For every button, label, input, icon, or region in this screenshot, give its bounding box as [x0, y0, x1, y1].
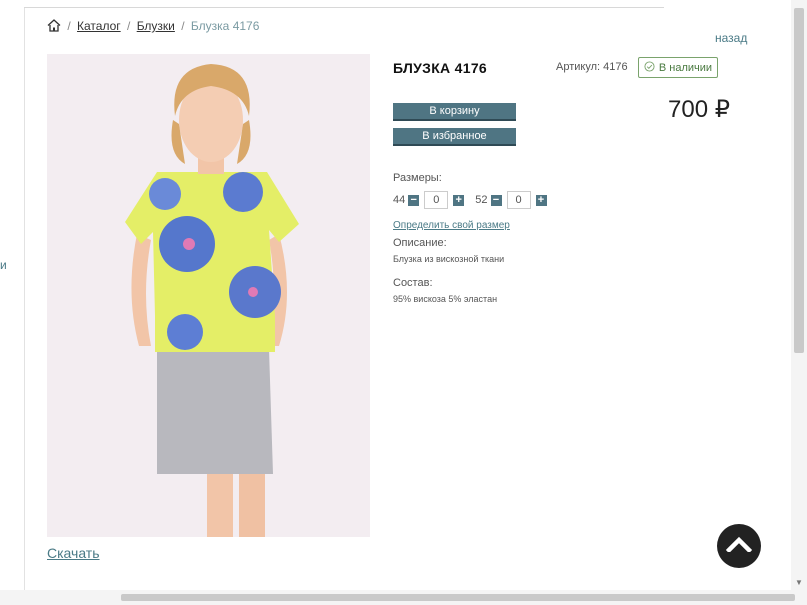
article-number: Артикул: 4176: [556, 61, 628, 73]
left-column-divider: [24, 8, 25, 590]
size-guide-link[interactable]: Определить свой размер: [393, 220, 510, 231]
product-title: БЛУЗКА 4176: [393, 60, 488, 76]
product-photo[interactable]: [47, 54, 370, 537]
size-value: 44: [393, 194, 406, 206]
size-value: 52: [475, 194, 488, 206]
decrement-button[interactable]: −: [490, 194, 502, 206]
top-divider: [24, 7, 664, 8]
size-group-44: 44 − 0 +: [393, 191, 465, 209]
decrement-button[interactable]: −: [408, 194, 420, 206]
vertical-scrollbar-thumb[interactable]: [794, 8, 804, 353]
check-circle-icon: [644, 60, 655, 75]
add-to-favorites-button[interactable]: В избранное: [393, 128, 516, 146]
size-group-52: 52 − 0 +: [475, 191, 547, 209]
quantity-input[interactable]: 0: [424, 191, 449, 209]
breadcrumb-separator: /: [67, 19, 71, 33]
description-label: Описание:: [393, 237, 447, 249]
description-text: Блузка из вискозной ткани: [393, 254, 505, 264]
sizes-label: Размеры:: [393, 172, 442, 184]
scroll-down-arrow-icon[interactable]: ▼: [795, 578, 803, 587]
vertical-scrollbar[interactable]: ▼: [791, 0, 807, 590]
increment-button[interactable]: +: [453, 194, 465, 206]
size-selector: 44 − 0 + 52 − 0 +: [393, 191, 558, 209]
left-cut-text[interactable]: и: [0, 258, 7, 272]
increment-button[interactable]: +: [535, 194, 547, 206]
product-price: 700 ₽: [668, 96, 730, 123]
breadcrumb-separator: /: [181, 19, 185, 33]
breadcrumb-catalog-link[interactable]: Каталог: [77, 19, 121, 33]
horizontal-scrollbar-thumb[interactable]: [121, 594, 795, 601]
composition-label: Состав:: [393, 277, 433, 289]
chevron-up-icon: [725, 536, 753, 557]
breadcrumb-category-link[interactable]: Блузки: [137, 19, 175, 33]
breadcrumb: / Каталог / Блузки / Блузка 4176: [47, 19, 259, 33]
back-link[interactable]: назад: [715, 31, 747, 45]
home-icon[interactable]: [47, 19, 64, 33]
add-to-cart-button[interactable]: В корзину: [393, 103, 516, 121]
download-link[interactable]: Скачать: [47, 545, 100, 561]
breadcrumb-current: Блузка 4176: [190, 19, 260, 33]
breadcrumb-separator: /: [127, 19, 131, 33]
horizontal-scrollbar[interactable]: [0, 590, 807, 605]
quantity-input[interactable]: 0: [506, 191, 531, 209]
stock-label: В наличии: [658, 61, 713, 74]
composition-text: 95% вискоза 5% эластан: [393, 294, 498, 304]
stock-badge: В наличии: [638, 57, 718, 78]
scroll-to-top-button[interactable]: [717, 524, 761, 568]
